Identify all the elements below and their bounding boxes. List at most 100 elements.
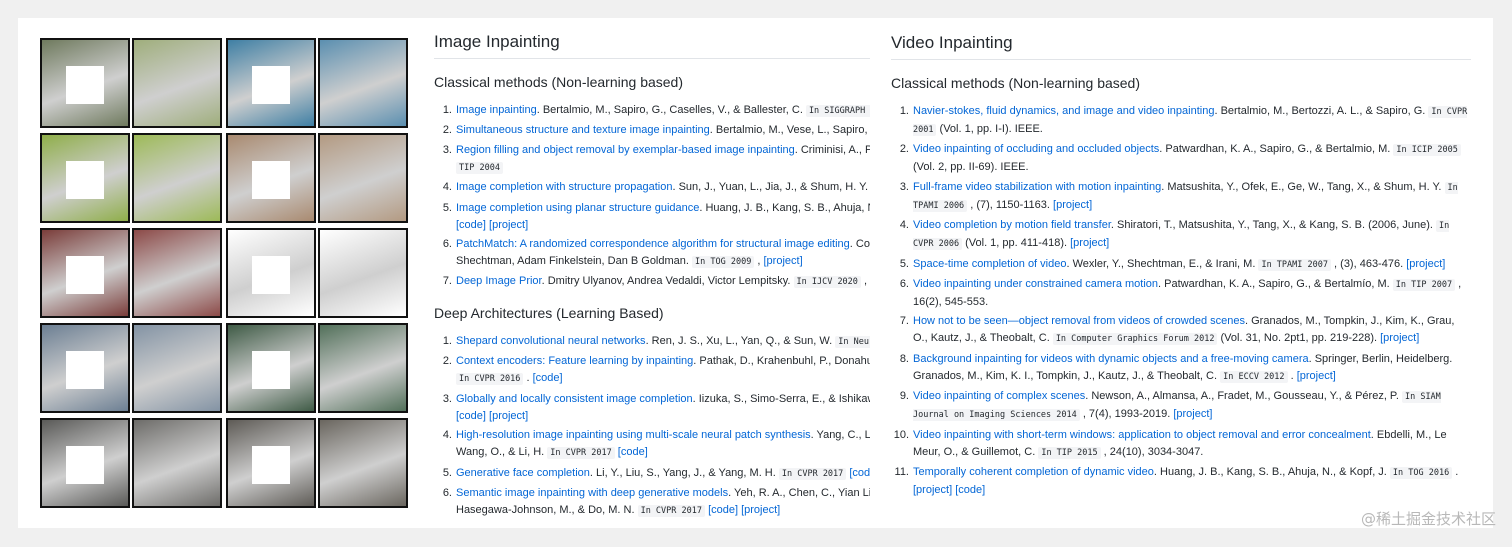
reference-item: 4. High-resolution image inpainting using…: [434, 427, 870, 462]
paper-title-link[interactable]: Context encoders: Feature learning by in…: [456, 355, 693, 367]
reference-details: (Vol. 31, No. 2pt1, pp. 219-228).: [1217, 332, 1378, 345]
reference-item: 7. How not to be seen—object removal from…: [891, 313, 1471, 348]
venue-badge: In Computer Graphics Forum 2012: [1052, 333, 1218, 346]
reference-item: 2. Context encoders: Feature learning by …: [434, 353, 870, 388]
venue-badge: In TOG 2016: [1389, 466, 1453, 479]
project-link[interactable]: [project]: [1173, 408, 1212, 420]
reference-item: 1. Shepard convolutional neural networks.…: [434, 333, 870, 351]
reference-number: 5.: [442, 466, 452, 479]
inpainting-mask: [66, 256, 104, 294]
reference-authors: . Ren, J. S., Xu, L., Yan, Q., & Sun, W.: [645, 335, 836, 347]
paper-title-link[interactable]: Image completion using planar structure …: [456, 202, 699, 214]
paper-title-link[interactable]: Space-time completion of video: [913, 258, 1066, 270]
reference-number: 8.: [899, 352, 909, 365]
paper-title-link[interactable]: How not to be seen—object removal from v…: [913, 315, 1245, 327]
paper-title-link[interactable]: Video inpainting of occluding and occlud…: [913, 143, 1159, 155]
reference-number: 1.: [442, 104, 452, 116]
paper-title-link[interactable]: Video completion by motion field transfe…: [913, 219, 1111, 231]
project-link[interactable]: [project]: [741, 504, 780, 516]
project-link[interactable]: [project]: [1070, 237, 1109, 249]
reference-authors-cont: Wang, O., & Li, H.: [456, 446, 548, 459]
reference-details: .: [523, 372, 530, 385]
grid-row: [40, 418, 408, 508]
project-link[interactable]: [project]: [1406, 258, 1445, 270]
masked-input-image: [226, 418, 316, 508]
paper-title-link[interactable]: Background inpainting for videos with dy…: [913, 353, 1309, 365]
paper-title-link[interactable]: Video inpainting under constrained camer…: [913, 278, 1158, 290]
code-link[interactable]: [code]: [708, 504, 738, 516]
reference-item: 3. Full-frame video stabilization with mo…: [891, 179, 1471, 215]
paper-title-link[interactable]: Image completion with structure propagat…: [456, 181, 672, 193]
masked-input-image: [40, 418, 130, 508]
reference-number: 3.: [899, 180, 909, 193]
paper-title-link[interactable]: PatchMatch: A randomized correspondence …: [456, 238, 850, 250]
paper-title-link[interactable]: Simultaneous structure and texture image…: [456, 124, 710, 136]
paper-title-link[interactable]: Navier-stokes, fluid dynamics, and image…: [913, 105, 1214, 117]
video-inpainting-title: Video Inpainting: [891, 33, 1471, 60]
reference-number: 10.: [893, 428, 909, 441]
venue-badge: In CVPR 2016: [456, 373, 524, 386]
reference-details: , (3), 463-476.: [1330, 257, 1404, 270]
masked-input-image: [40, 38, 130, 128]
grid-row: [40, 228, 408, 318]
paper-title-link[interactable]: Image inpainting: [456, 104, 537, 116]
project-link[interactable]: [project]: [1380, 332, 1419, 344]
reference-authors: . Patwardhan, K. A., Sapiro, G., & Berta…: [1159, 143, 1394, 156]
reference-item: 5. Generative face completion. Li, Y., Li…: [434, 465, 870, 483]
venue-badge: In CVPR 2017: [778, 467, 847, 480]
reference-authors: . Li, Y., Liu, S., Yang, J., & Yang, M. …: [589, 466, 779, 479]
project-link[interactable]: [project]: [1053, 199, 1092, 211]
masked-input-image: [226, 323, 316, 413]
anchor-link-icon[interactable]: 🔗: [434, 74, 435, 88]
reference-number: 1.: [442, 335, 452, 347]
paper-title-link[interactable]: High-resolution image inpainting using m…: [456, 429, 811, 441]
code-link[interactable]: [code]: [456, 219, 486, 231]
paper-title-link[interactable]: Region filling and object removal by exe…: [456, 144, 795, 156]
paper-title-link[interactable]: Deep Image Prior: [456, 275, 542, 287]
inpainted-output-image: [132, 38, 222, 128]
paper-title-link[interactable]: Full-frame video stabilization with moti…: [913, 181, 1161, 193]
code-link[interactable]: [code]: [456, 410, 486, 422]
code-link[interactable]: [code]: [533, 372, 563, 384]
grid-row: [40, 323, 408, 413]
reference-authors: . Wexler, Y., Shechtman, E., & Irani, M.: [1066, 257, 1259, 270]
venue-badge: In IJCV 2020: [793, 276, 861, 289]
reference-number: 3.: [442, 143, 452, 156]
reference-authors: . Patwardhan, K. A., Sapiro, G., & Berta…: [1158, 277, 1393, 290]
paper-title-link[interactable]: Globally and locally consistent image co…: [456, 393, 693, 405]
image-classical-heading-text: Classical methods (Non-learning based): [434, 74, 684, 90]
reference-number: 6.: [442, 237, 452, 250]
reference-details: (Vol. 1, pp. I-I). IEEE.: [936, 123, 1043, 135]
paper-title-link[interactable]: Temporally coherent completion of dynami…: [913, 466, 1154, 478]
reference-number: 4.: [442, 181, 452, 194]
masked-input-image: [226, 38, 316, 128]
inpainted-output-image: [132, 228, 222, 318]
inpainting-mask: [252, 351, 290, 389]
project-link[interactable]: [project]: [489, 410, 528, 422]
reference-item: 3. Region filling and object removal by e…: [434, 142, 870, 177]
video-inpainting-column: Video Inpainting Classical methods (Non-…: [891, 18, 1471, 528]
inpainted-output-image: [132, 418, 222, 508]
paper-title-link[interactable]: Video inpainting of complex scenes: [913, 390, 1085, 402]
image-classical-heading: 🔗 Classical methods (Non-learning based): [434, 74, 870, 90]
reference-details: , 7(4), 1993-2019.: [1079, 408, 1171, 421]
reference-authors: . Pathak, D., Krahenbuhl, P., Donahue, J…: [693, 355, 870, 368]
paper-title-link[interactable]: Video inpainting with short-term windows…: [913, 429, 1371, 441]
code-link[interactable]: [code]: [955, 484, 985, 496]
project-link[interactable]: [project]: [764, 255, 803, 267]
paper-title-link[interactable]: Generative face completion: [456, 467, 590, 479]
grid-row: [40, 133, 408, 223]
reference-authors-cont: Shechtman, Adam Finkelstein, Dan B Goldm…: [456, 254, 693, 267]
project-link[interactable]: [project]: [489, 219, 528, 231]
code-link[interactable]: [code]: [618, 446, 648, 458]
code-link[interactable]: [code]: [849, 467, 870, 479]
image-classical-list: 1. Image inpainting. Bertalmio, M., Sapir…: [434, 102, 870, 294]
venue-badge: In CVPR 2017: [637, 504, 705, 517]
video-classical-heading: Classical methods (Non-learning based): [891, 75, 1141, 91]
reference-item: 11. Temporally coherent completion of dyn…: [891, 464, 1471, 499]
project-link[interactable]: [project]: [913, 484, 952, 496]
paper-title-link[interactable]: Shepard convolutional neural networks: [456, 335, 646, 347]
project-link[interactable]: [project]: [1297, 370, 1336, 382]
reference-item: 5. Space-time completion of video. Wexler…: [891, 256, 1471, 274]
paper-title-link[interactable]: Semantic image inpainting with deep gene…: [456, 487, 728, 499]
